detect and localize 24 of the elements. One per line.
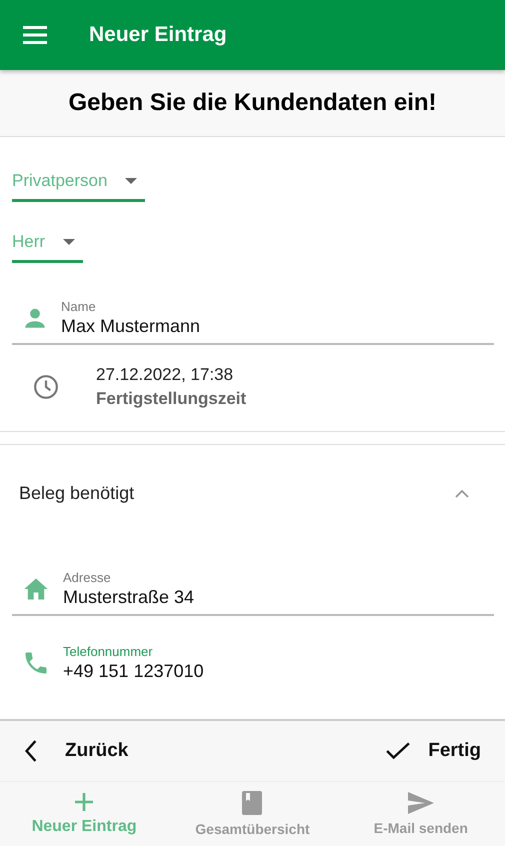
address-field[interactable]: Adresse Musterstraße 34 [12,564,494,616]
field-label: Name [61,299,97,314]
back-button[interactable]: Zurück [24,740,128,762]
completion-time: 27.12.2022, 17:38 [96,365,234,385]
page-heading: Geben Sie die Kundendaten ein! [68,89,437,117]
field-value: Max Mustermann [61,316,200,337]
caret-icon [63,239,76,245]
menu-icon[interactable] [23,26,47,44]
field-value: Musterstraße 34 [63,587,194,608]
field-label: Telefonnummer [63,644,154,659]
name-field[interactable]: Name Max Mustermann [12,293,494,345]
phone-field[interactable]: Telefonnummer +49 151 1237010 [12,638,494,690]
receipt-panel-header[interactable]: Beleg benötigt [0,445,505,564]
clock-icon [33,374,59,400]
done-button[interactable]: Fertig [386,740,481,762]
app-title: Neuer Eintrag [89,23,227,47]
field-label: Adresse [63,570,112,585]
checkmark-icon [386,742,410,760]
completion-label: Fertigstellungszeit [96,389,246,409]
book-icon [242,791,262,815]
send-icon [406,792,435,814]
caret-icon [125,178,138,184]
field-value: +49 151 1237010 [63,661,204,682]
plus-icon [74,792,94,812]
